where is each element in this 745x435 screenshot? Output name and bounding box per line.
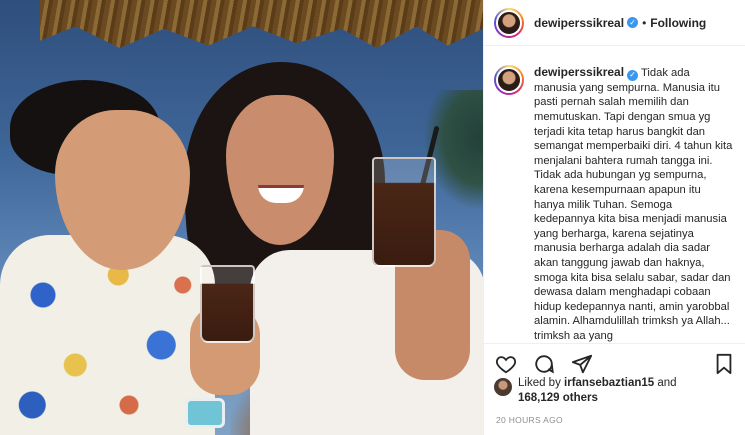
post-timestamp[interactable]: 20 HOURS AGO <box>496 415 563 425</box>
liker-avatar[interactable] <box>494 378 512 396</box>
caption-text: Tidak ada manusia yang sempurna. Manusia… <box>534 67 733 342</box>
author-avatar[interactable] <box>494 7 524 38</box>
bookmark-icon[interactable] <box>712 352 736 376</box>
comments-section[interactable]: dewiperssikreal ✓ Tidak ada manusia yang … <box>484 47 745 343</box>
verified-badge-icon: ✓ <box>627 17 639 28</box>
drink-glass-man <box>200 265 255 343</box>
liker-username[interactable]: irfansebaztian15 <box>564 377 654 389</box>
comment-icon[interactable] <box>532 352 556 376</box>
post-side-panel: dewiperssikreal ✓ • Following dewiperssi… <box>483 0 745 435</box>
header-separator: • <box>642 15 647 30</box>
caption: dewiperssikreal ✓ Tidak ada manusia yang … <box>534 65 734 343</box>
likes-text: Liked by irfansebaztian15 and 168,129 ot… <box>518 376 677 406</box>
paper-plane-icon[interactable] <box>570 352 594 376</box>
author-username[interactable]: dewiperssikreal <box>534 16 624 30</box>
drink-glass-woman <box>372 157 436 267</box>
likes-summary: Liked by irfansebaztian15 and 168,129 ot… <box>494 376 739 406</box>
caption-author-avatar[interactable] <box>494 65 524 95</box>
likes-conjunction: and <box>654 377 677 389</box>
wrist-watch <box>185 398 225 428</box>
caption-username[interactable]: dewiperssikreal <box>534 65 624 79</box>
author-avatar-image <box>496 9 522 36</box>
caption-verified-badge-icon: ✓ <box>627 69 639 81</box>
post-photo[interactable] <box>0 0 483 435</box>
likes-prefix: Liked by <box>518 377 565 389</box>
caption-author-avatar-image <box>496 67 522 93</box>
heart-icon[interactable] <box>494 352 518 376</box>
following-button[interactable]: Following <box>650 16 706 30</box>
likes-count[interactable]: 168,129 others <box>518 392 598 404</box>
thatched-roof <box>40 0 483 48</box>
post-header: dewiperssikreal ✓ • Following <box>484 0 745 46</box>
